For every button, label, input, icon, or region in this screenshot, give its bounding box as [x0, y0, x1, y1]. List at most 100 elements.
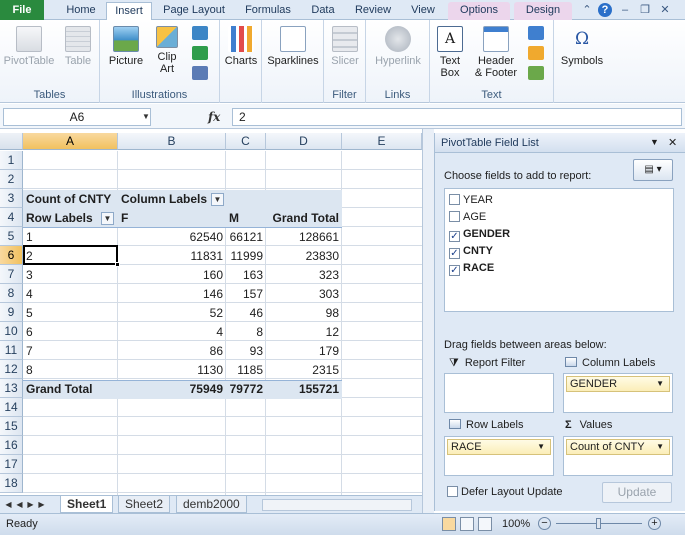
hyperlink-button[interactable]: Hyperlink: [368, 26, 428, 67]
slicer-button[interactable]: Slicer: [326, 26, 364, 67]
clip-art-button[interactable]: Clip Art: [150, 26, 184, 75]
field-item[interactable]: AGE: [449, 209, 486, 225]
charts-button[interactable]: Charts: [222, 26, 260, 67]
select-all-corner[interactable]: [0, 133, 23, 150]
pivot-grand-total-m[interactable]: 79772: [226, 380, 266, 399]
pivot-cell-f[interactable]: 160: [118, 266, 226, 285]
shapes-icon[interactable]: [192, 26, 208, 40]
zoom-out-icon[interactable]: −: [538, 517, 551, 530]
field-checkbox[interactable]: ✓: [449, 231, 460, 242]
field-item[interactable]: ✓ GENDER: [449, 226, 510, 242]
text-box-button[interactable]: A Text Box: [434, 26, 466, 79]
tab-design[interactable]: Design: [514, 2, 572, 20]
signature-line-icon[interactable]: [528, 46, 544, 60]
pivot-cell-total[interactable]: 98: [266, 304, 342, 323]
page-layout-view-icon[interactable]: [460, 517, 474, 531]
row-header[interactable]: 9: [0, 303, 23, 322]
update-button[interactable]: Update: [602, 482, 672, 503]
pivot-cell-f[interactable]: 11831: [118, 247, 226, 266]
pivot-cell-m[interactable]: 46: [226, 304, 266, 323]
zoom-in-icon[interactable]: +: [648, 517, 661, 530]
column-header-d[interactable]: D: [266, 133, 342, 150]
formula-input[interactable]: 2: [232, 108, 682, 126]
row-header[interactable]: 8: [0, 284, 23, 303]
first-sheet-icon[interactable]: ◀: [4, 499, 13, 510]
tab-home[interactable]: Home: [58, 2, 104, 20]
pivot-cell-f[interactable]: 4: [118, 323, 226, 342]
pivot-row-label[interactable]: 5: [23, 304, 118, 323]
window-restore-icon[interactable]: ❐: [638, 3, 652, 17]
row-header[interactable]: 15: [0, 417, 23, 436]
pivot-cell-f[interactable]: 146: [118, 285, 226, 304]
horizontal-scrollbar[interactable]: [262, 499, 412, 511]
pivot-cell-f[interactable]: 86: [118, 342, 226, 361]
tab-formulas[interactable]: Formulas: [238, 2, 298, 20]
insert-function-icon[interactable]: fx: [208, 108, 228, 126]
pivot-cell-total[interactable]: 323: [266, 266, 342, 285]
row-header[interactable]: 1: [0, 151, 23, 170]
row-header[interactable]: 6: [0, 246, 23, 265]
column-field-pill[interactable]: GENDER ▼: [566, 376, 670, 392]
pivot-cell-total[interactable]: 179: [266, 342, 342, 361]
pivot-column-labels[interactable]: Column Labels: [118, 190, 226, 209]
row-header[interactable]: 7: [0, 265, 23, 284]
sheet-tab-demb2000[interactable]: demb2000: [176, 496, 247, 513]
sheet-tab-sheet1[interactable]: Sheet1: [60, 496, 114, 513]
pivottable-button[interactable]: PivotTable: [2, 26, 56, 67]
row-header[interactable]: 11: [0, 341, 23, 360]
vertical-scrollbar[interactable]: [422, 129, 434, 513]
pivot-row-label[interactable]: 3: [23, 266, 118, 285]
name-box-dropdown-icon[interactable]: ▼: [142, 112, 150, 121]
pivot-row-label[interactable]: 4: [23, 285, 118, 304]
pivot-cell-m[interactable]: 8: [226, 323, 266, 342]
row-labels-filter-icon[interactable]: ▼: [101, 212, 114, 225]
column-header-e[interactable]: E: [342, 133, 422, 150]
pivot-row-label[interactable]: 7: [23, 342, 118, 361]
defer-checkbox[interactable]: [447, 486, 458, 497]
row-header[interactable]: 14: [0, 398, 23, 417]
column-header-b[interactable]: B: [118, 133, 226, 150]
sheet-tab-sheet2[interactable]: Sheet2: [118, 496, 171, 513]
last-sheet-icon[interactable]: ▶: [37, 499, 46, 510]
field-item[interactable]: YEAR: [449, 192, 493, 208]
wordart-icon[interactable]: [528, 26, 544, 40]
row-header[interactable]: 13: [0, 379, 23, 398]
row-header[interactable]: 2: [0, 170, 23, 189]
row-header[interactable]: 16: [0, 436, 23, 455]
pivot-cell-total[interactable]: 23830: [266, 247, 342, 266]
pivot-cell-m[interactable]: 1185: [226, 361, 266, 380]
field-checkbox[interactable]: [449, 194, 460, 205]
pivot-grand-total-f[interactable]: 75949: [118, 380, 226, 399]
symbols-button[interactable]: Ω Symbols: [556, 26, 608, 67]
worksheet-grid[interactable]: A B C D E 1 2 3 4 5 6 7 8 9 10 11 12 13 14 15 16 17 18 Co…: [0, 133, 422, 495]
zoom-level[interactable]: 100%: [502, 518, 530, 530]
value-field-dropdown-icon[interactable]: ▼: [656, 440, 664, 454]
tab-file[interactable]: File: [0, 0, 44, 20]
help-icon[interactable]: ?: [598, 3, 612, 17]
normal-view-icon[interactable]: [442, 517, 456, 531]
pivot-row-label[interactable]: 8: [23, 361, 118, 380]
column-field-dropdown-icon[interactable]: ▼: [656, 377, 664, 391]
pivot-count-label[interactable]: Count of CNTY: [23, 190, 118, 209]
value-field-pill[interactable]: Count of CNTY ▼: [566, 439, 670, 455]
page-break-view-icon[interactable]: [478, 517, 492, 531]
field-checkbox[interactable]: [449, 211, 460, 222]
pivot-row-label[interactable]: 6: [23, 323, 118, 342]
pivot-cell-f[interactable]: 1130: [118, 361, 226, 380]
tab-page-layout[interactable]: Page Layout: [158, 2, 230, 20]
field-checkbox[interactable]: ✓: [449, 248, 460, 259]
row-header[interactable]: 18: [0, 474, 23, 493]
row-field-pill[interactable]: RACE ▼: [447, 439, 551, 455]
report-filter-area[interactable]: [444, 373, 554, 413]
values-area[interactable]: Count of CNTY ▼: [563, 436, 673, 476]
field-item[interactable]: ✓ CNTY: [449, 243, 493, 259]
pivot-cell-f[interactable]: 62540: [118, 228, 226, 247]
screenshot-icon[interactable]: [192, 66, 208, 80]
picture-button[interactable]: Picture: [104, 26, 148, 67]
pivot-row-labels[interactable]: Row Labels: [23, 209, 93, 228]
row-labels-area[interactable]: RACE ▼: [444, 436, 554, 476]
object-icon[interactable]: [528, 66, 544, 80]
header-footer-button[interactable]: Header & Footer: [470, 26, 522, 79]
tab-review[interactable]: Review: [348, 2, 398, 20]
pivot-cell-m[interactable]: 93: [226, 342, 266, 361]
